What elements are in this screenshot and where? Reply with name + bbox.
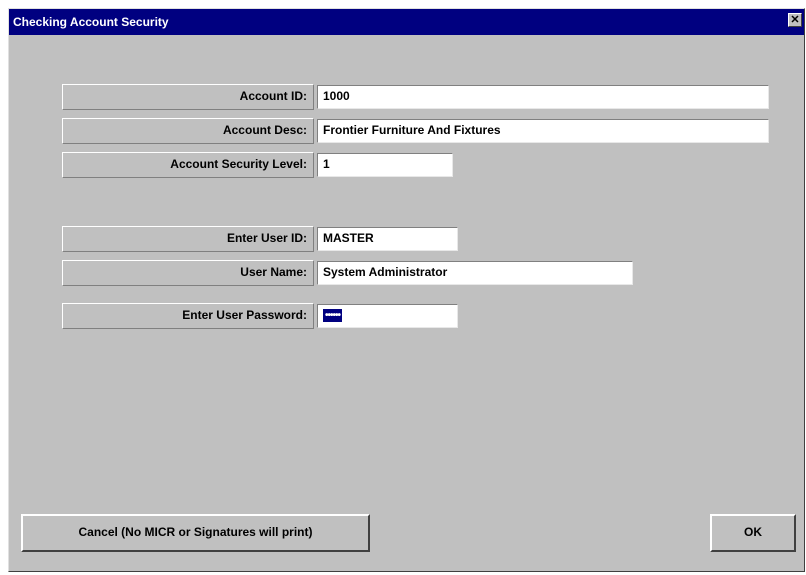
user-name-field[interactable]: System Administrator (317, 261, 633, 285)
password-label: Enter User Password: (62, 303, 314, 329)
cancel-button[interactable]: Cancel (No MICR or Signatures will print… (21, 514, 370, 552)
password-mask: •••••• (323, 309, 343, 323)
account-desc-field[interactable]: Frontier Furniture And Fixtures (317, 119, 769, 143)
security-level-label: Account Security Level: (62, 152, 314, 178)
checking-account-security-dialog: Checking Account Security ✕ Account ID: … (8, 8, 805, 572)
account-desc-label: Account Desc: (62, 118, 314, 144)
user-id-label: Enter User ID: (62, 226, 314, 252)
account-id-label: Account ID: (62, 84, 314, 110)
ok-button[interactable]: OK (710, 514, 796, 552)
title-bar: Checking Account Security ✕ (9, 9, 804, 35)
user-name-label: User Name: (62, 260, 314, 286)
security-level-field[interactable]: 1 (317, 153, 453, 177)
close-button[interactable]: ✕ (788, 13, 802, 27)
window-title: Checking Account Security (13, 15, 169, 29)
password-field[interactable]: •••••• (317, 304, 458, 328)
account-id-field[interactable]: 1000 (317, 85, 769, 109)
user-id-field[interactable]: MASTER (317, 227, 458, 251)
close-icon: ✕ (790, 14, 800, 26)
